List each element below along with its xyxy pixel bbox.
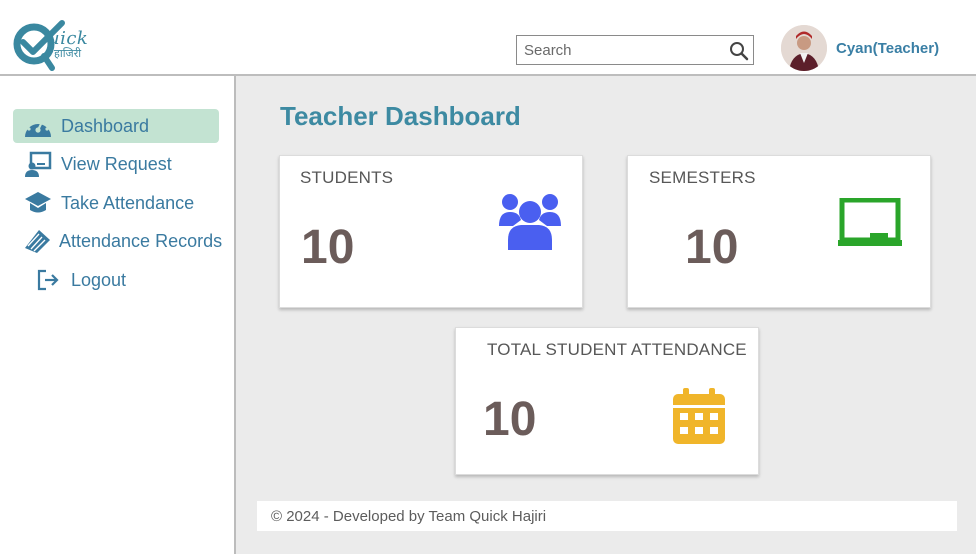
card-label: SEMESTERS [649, 168, 756, 187]
sidebar-item-dashboard[interactable]: Dashboard [13, 109, 219, 143]
sidebar-item-label: Take Attendance [61, 192, 195, 213]
card-value: 10 [685, 221, 739, 274]
search-box [516, 35, 754, 65]
sidebar-item-view-request[interactable]: View Request [13, 147, 219, 181]
footer-text: © 2024 - Developed by Team Quick Hajiri [271, 508, 547, 525]
logout-icon [33, 266, 63, 294]
request-icon [23, 150, 53, 178]
logo-subtext: हाजिरी [54, 47, 82, 60]
sidebar-item-label: Dashboard [61, 115, 150, 136]
chalkboard-icon [838, 198, 902, 246]
sidebar-item-label: Attendance Records [59, 230, 223, 251]
page-title: Teacher Dashboard [280, 101, 521, 131]
dashboard-gauge-icon [23, 112, 53, 140]
card-value: 10 [301, 221, 355, 274]
avatar[interactable] [781, 25, 827, 71]
sidebar: Dashboard View Request Take Attendance A… [0, 76, 236, 554]
students-card[interactable]: STUDENTS 10 [279, 155, 583, 308]
users-icon [499, 194, 561, 250]
sidebar-item-attendance-records[interactable]: Attendance Records [13, 224, 223, 258]
user-photo [781, 25, 827, 71]
search-icon[interactable] [729, 41, 749, 61]
semesters-card[interactable]: SEMESTERS 10 [627, 155, 931, 308]
top-bar: uick हाजिरी Cyan(Teacher) [0, 0, 976, 76]
sidebar-item-logout[interactable]: Logout [13, 263, 219, 297]
user-name[interactable]: Cyan(Teacher) [836, 40, 939, 57]
calendar-icon [673, 388, 725, 444]
sidebar-item-label: View Request [61, 153, 172, 174]
total-attendance-card[interactable]: TOTAL STUDENT ATTENDANCE 10 [455, 327, 759, 475]
footer: © 2024 - Developed by Team Quick Hajiri [257, 501, 957, 531]
card-label: STUDENTS [300, 168, 394, 187]
books-icon [23, 227, 51, 255]
search-input[interactable] [517, 36, 717, 64]
sidebar-item-take-attendance[interactable]: Take Attendance [13, 186, 219, 220]
card-label: TOTAL STUDENT ATTENDANCE [487, 340, 747, 359]
graduation-cap-icon [23, 189, 53, 217]
card-value: 10 [483, 393, 537, 446]
sidebar-item-label: Logout [71, 269, 127, 290]
